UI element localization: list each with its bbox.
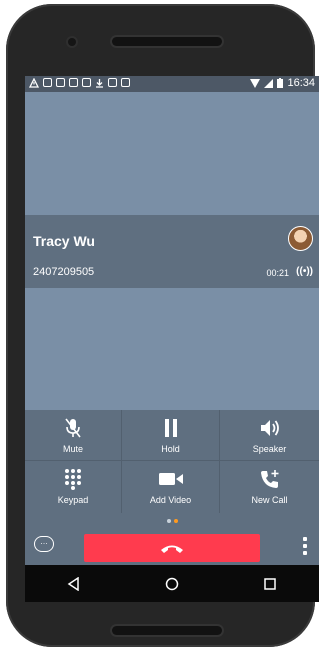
front-camera (68, 38, 76, 46)
alert-icon (29, 78, 39, 88)
status-time: 16:34 (287, 77, 315, 89)
gallery-icon (121, 78, 130, 87)
nav-back[interactable] (58, 568, 90, 600)
voicemail-icon (43, 78, 52, 87)
chat-icon[interactable]: … (34, 536, 54, 552)
contact-info: Tracy Wu 2407209505 00:21 ((•)) (25, 215, 319, 288)
avatar[interactable] (288, 226, 313, 251)
end-call-button[interactable] (84, 534, 260, 562)
battery-icon (277, 78, 284, 88)
android-nav-bar (25, 565, 319, 602)
recents-icon (264, 577, 276, 590)
page-dot-2-active (173, 519, 178, 523)
new-call-label: New Call (251, 495, 288, 505)
call-duration: 00:21 (266, 268, 289, 278)
image-icon (69, 78, 78, 87)
sim-icon (108, 78, 117, 87)
call-active-icon: ((•)) (296, 266, 313, 277)
mic-off-icon (65, 418, 81, 438)
speaker-button[interactable]: Speaker (220, 410, 319, 461)
chat-icon (82, 78, 91, 87)
screen: 16:34 Tracy Wu 2407209505 00:21 ((•)) Mu… (25, 76, 319, 602)
call-action-row: … (25, 529, 319, 565)
wifi-icon (250, 78, 261, 88)
phone-add-icon (260, 470, 278, 488)
call-controls: Mute Hold Speaker Keypad Add Video New C… (25, 410, 319, 513)
page-indicator (25, 513, 319, 529)
download-icon (96, 79, 103, 88)
hold-button[interactable]: Hold (122, 410, 220, 461)
contact-number: 2407209505 (33, 266, 95, 278)
earpiece-speaker (112, 37, 222, 46)
new-call-button[interactable]: New Call (220, 461, 319, 513)
add-video-label: Add Video (149, 495, 192, 505)
page-dot-1 (166, 519, 171, 523)
nav-recents[interactable] (254, 568, 286, 600)
home-icon (165, 577, 179, 590)
speaker-label: Speaker (252, 444, 287, 454)
signal-icon (264, 78, 274, 88)
status-right: 16:34 (250, 77, 315, 89)
phone-frame: 16:34 Tracy Wu 2407209505 00:21 ((•)) Mu… (6, 4, 319, 647)
hang-up-icon (161, 545, 183, 553)
status-bar: 16:34 (25, 76, 319, 92)
more-options-icon[interactable] (303, 537, 307, 555)
mute-button[interactable]: Mute (25, 410, 122, 461)
message-icon (56, 78, 65, 87)
video-camera-icon (158, 473, 183, 485)
keypad-label: Keypad (57, 495, 89, 505)
bottom-speaker (112, 626, 222, 635)
pause-icon (164, 419, 177, 437)
keypad-button[interactable]: Keypad (25, 461, 122, 513)
keypad-icon (65, 469, 81, 490)
mute-label: Mute (62, 444, 83, 454)
notification-icons (29, 78, 130, 88)
hold-label: Hold (161, 444, 180, 454)
speaker-icon (260, 420, 279, 436)
add-video-button[interactable]: Add Video (122, 461, 220, 513)
contact-name: Tracy Wu (33, 233, 95, 249)
back-icon (67, 576, 79, 591)
nav-home[interactable] (156, 568, 188, 600)
